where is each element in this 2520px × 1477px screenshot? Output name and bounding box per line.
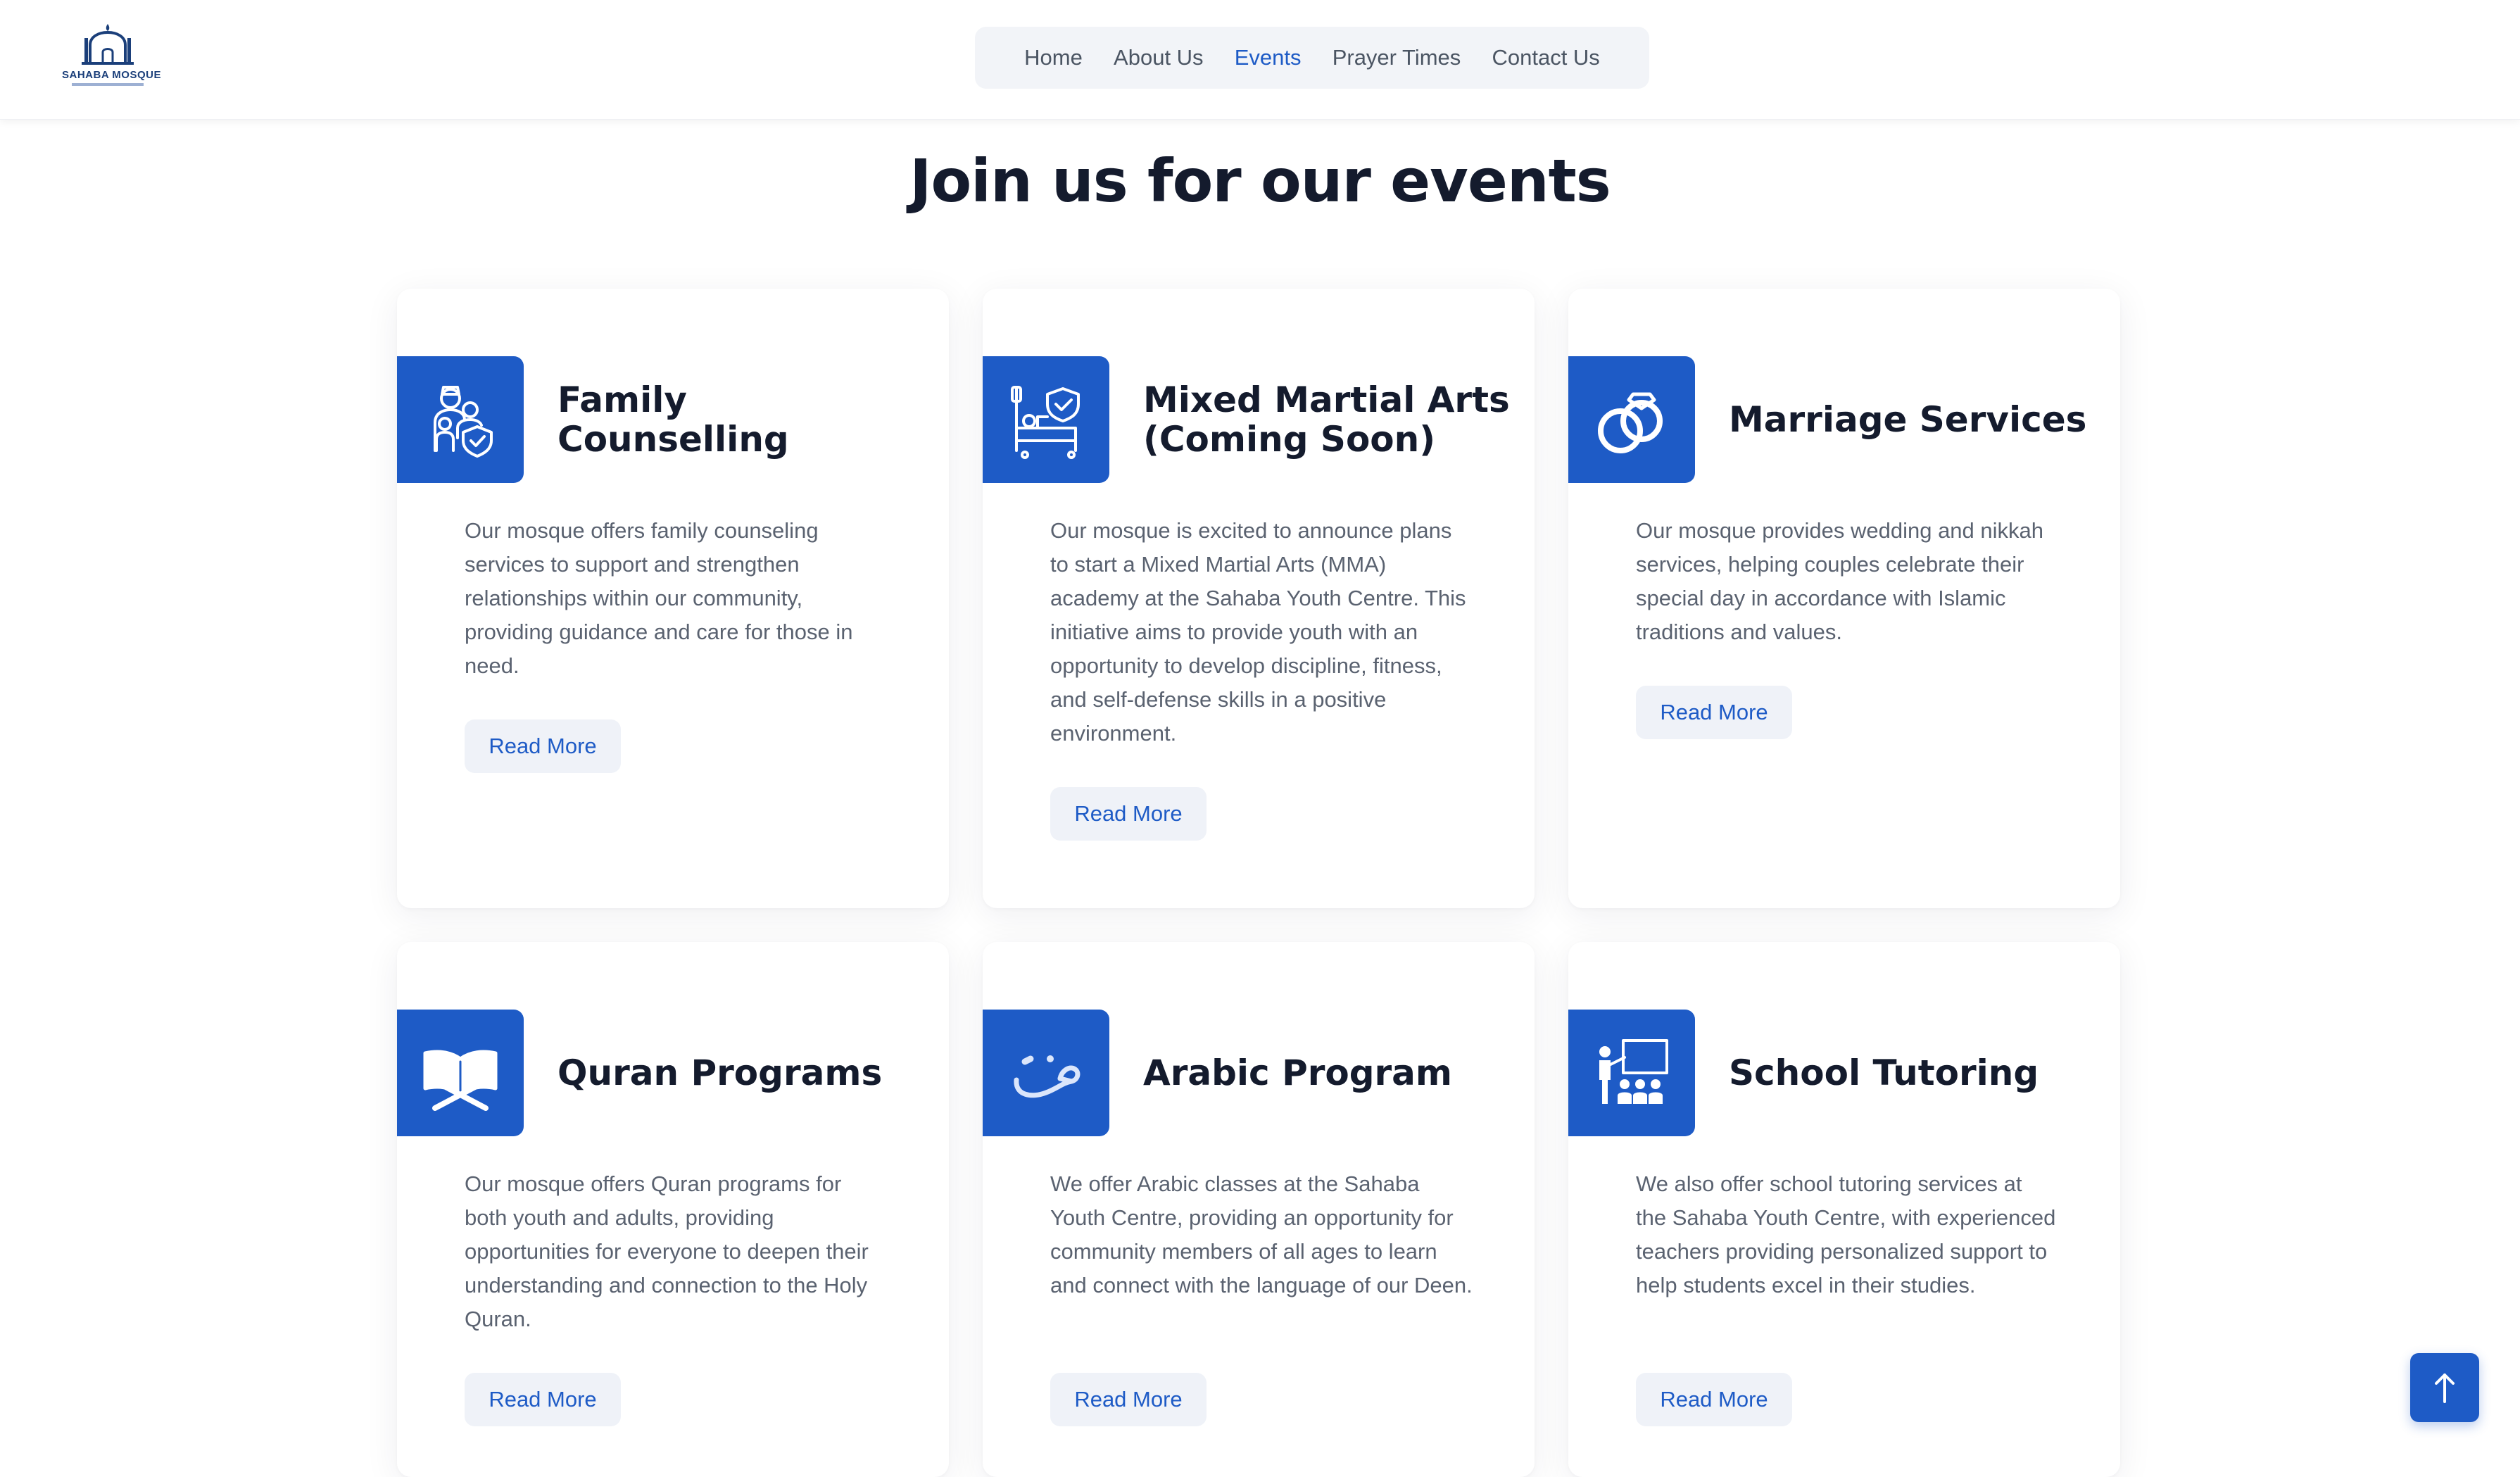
nav-contact-us[interactable]: Contact Us bbox=[1492, 45, 1599, 70]
event-card-family-counselling: Family Counselling Our mosque offers fam… bbox=[397, 289, 949, 908]
bed-shield-icon bbox=[1011, 386, 1080, 459]
event-card-quran-programs: Quran Programs Our mosque offers Quran p… bbox=[397, 942, 949, 1477]
read-more-button[interactable]: Read More bbox=[465, 719, 621, 773]
card-icon-box bbox=[397, 1010, 524, 1136]
card-title: Quran Programs bbox=[557, 1052, 883, 1093]
card-icon-box bbox=[1568, 1010, 1695, 1136]
card-icon-box bbox=[983, 356, 1109, 483]
card-description: We also offer school tutoring services a… bbox=[1636, 1171, 2056, 1297]
card-description: Our mosque offers family counseling serv… bbox=[465, 518, 853, 678]
site-logo[interactable]: SAHABA MOSQUE bbox=[62, 21, 161, 92]
rings-icon bbox=[1598, 392, 1663, 453]
quran-book-icon bbox=[423, 1050, 498, 1111]
card-icon-box bbox=[983, 1010, 1109, 1136]
logo-underline bbox=[72, 83, 144, 86]
read-more-button[interactable]: Read More bbox=[1050, 1373, 1207, 1426]
scroll-to-top-button[interactable] bbox=[2410, 1353, 2479, 1422]
event-card-school-tutoring: School Tutoring We also offer school tut… bbox=[1568, 942, 2120, 1477]
card-title: Mixed Martial Arts (Coming Soon) bbox=[1143, 379, 1510, 460]
read-more-button[interactable]: Read More bbox=[1050, 787, 1207, 841]
site-header: SAHABA MOSQUE Home About Us Events Praye… bbox=[0, 0, 2520, 120]
arabic-letter-icon bbox=[1014, 1055, 1081, 1098]
card-description: Our mosque provides wedding and nikkah s… bbox=[1636, 518, 2044, 644]
event-card-mixed-martial-arts: Mixed Martial Arts (Coming Soon) Our mos… bbox=[983, 289, 1535, 908]
read-more-button[interactable]: Read More bbox=[1636, 1373, 1792, 1426]
nav-events[interactable]: Events bbox=[1235, 45, 1302, 70]
nav-about-us[interactable]: About Us bbox=[1114, 45, 1204, 70]
nav-prayer-times[interactable]: Prayer Times bbox=[1333, 45, 1461, 70]
card-description: We offer Arabic classes at the Sahaba Yo… bbox=[1050, 1171, 1473, 1297]
event-card-arabic-program: Arabic Program We offer Arabic classes a… bbox=[983, 942, 1535, 1477]
card-icon-box bbox=[1568, 356, 1695, 483]
main-nav: Home About Us Events Prayer Times Contac… bbox=[975, 27, 1649, 89]
card-title: Family Counselling bbox=[557, 379, 789, 460]
read-more-button[interactable]: Read More bbox=[465, 1373, 621, 1426]
event-card-marriage-services: Marriage Services Our mosque provides we… bbox=[1568, 289, 2120, 908]
card-description: Our mosque offers Quran programs for bot… bbox=[465, 1171, 869, 1331]
card-title: Marriage Services bbox=[1729, 399, 2087, 440]
read-more-button[interactable]: Read More bbox=[1636, 686, 1792, 739]
family-shield-icon bbox=[434, 386, 493, 458]
nav-home[interactable]: Home bbox=[1024, 45, 1083, 70]
card-icon-box bbox=[397, 356, 524, 483]
mosque-logo-icon bbox=[82, 24, 134, 65]
logo-text: SAHABA MOSQUE bbox=[62, 69, 161, 81]
card-title: School Tutoring bbox=[1729, 1052, 2039, 1093]
page-title: Join us for our events bbox=[909, 146, 1611, 215]
card-title: Arabic Program bbox=[1143, 1052, 1453, 1093]
arrow-up-icon bbox=[2435, 1374, 2455, 1403]
card-description: Our mosque is excited to announce plans … bbox=[1050, 518, 1466, 746]
classroom-icon bbox=[1599, 1039, 1668, 1104]
